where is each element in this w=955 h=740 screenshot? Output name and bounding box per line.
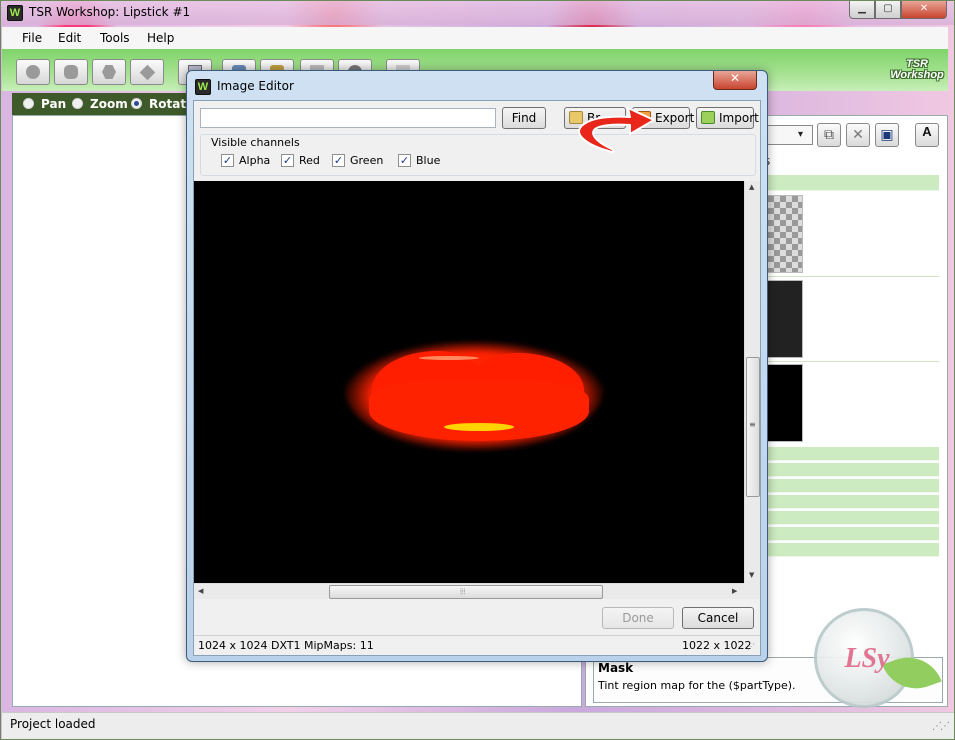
circle-icon	[26, 65, 40, 79]
blue-checkbox[interactable]: ✓	[398, 154, 411, 167]
delete-button[interactable]: ✕	[846, 123, 870, 147]
grip-icon: ⦙⦙⦙	[460, 587, 466, 596]
scroll-left-icon[interactable]: ◀	[198, 587, 203, 595]
import-label: Import	[719, 111, 759, 125]
alpha-label[interactable]: Alpha	[239, 154, 270, 167]
watermark-logo: LSy	[814, 608, 942, 708]
menu-tools[interactable]: Tools	[100, 31, 130, 45]
image-editor-dialog: W Image Editor ✕ Find Br Export Import V…	[186, 70, 768, 662]
dialog-title: Image Editor	[217, 79, 294, 93]
chevron-down-icon: ▾	[798, 129, 804, 140]
dialog-body: Find Br Export Import Visible channels ✓…	[193, 100, 761, 656]
pan-label[interactable]: Pan	[41, 97, 66, 111]
menu-edit[interactable]: Edit	[58, 31, 81, 45]
status-bar: Project loaded ⋰⋰	[2, 712, 954, 739]
delete-icon: ✕	[852, 127, 864, 143]
blue-label[interactable]: Blue	[416, 154, 440, 167]
save-button[interactable]: ▣	[875, 123, 899, 147]
app-icon: W	[195, 79, 211, 95]
menu-bar: File Edit Tools Help	[2, 27, 948, 49]
resize-grip-icon[interactable]: ⋰	[747, 642, 755, 651]
texture-info: 1024 x 1024 DXT1 MipMaps: 11	[198, 639, 374, 652]
pan-radio[interactable]	[23, 98, 34, 109]
red-label[interactable]: Red	[299, 154, 320, 167]
cancel-button[interactable]: Cancel	[682, 607, 754, 629]
green-label[interactable]: Green	[350, 154, 383, 167]
scroll-right-icon[interactable]: ▶	[732, 587, 737, 595]
app-icon: W	[7, 5, 23, 21]
divider	[761, 361, 939, 362]
horizontal-scroll-thumb[interactable]: ⦙⦙⦙	[329, 585, 603, 599]
green-checkbox[interactable]: ✓	[332, 154, 345, 167]
tsr-logo: TSR Workshop	[890, 58, 944, 81]
texture-dimensions: 1022 x 1022	[682, 639, 752, 652]
menu-help[interactable]: Help	[147, 31, 174, 45]
text-button[interactable]: A	[915, 123, 939, 147]
arrow-body	[578, 107, 655, 153]
hexagon-icon	[102, 65, 116, 79]
mask-description: Tint region map for the ($partType).	[598, 679, 796, 692]
vertical-scroll-thumb[interactable]: ≡	[746, 357, 760, 497]
tool-button-octagon[interactable]	[54, 59, 88, 85]
visible-channels-group: Visible channels ✓ Alpha ✓ Red ✓ Green ✓…	[200, 134, 756, 176]
done-button[interactable]: Done	[602, 607, 674, 629]
texture-dropdown[interactable]: ▾	[763, 125, 813, 145]
scroll-up-icon[interactable]: ▲	[749, 183, 754, 191]
find-input[interactable]	[200, 108, 496, 128]
export-label: Export	[655, 111, 695, 125]
copy-button[interactable]: ⧉	[817, 123, 841, 147]
resize-grip-icon[interactable]: ⋰⋰	[932, 721, 950, 732]
watermark-text: LSy	[844, 643, 890, 674]
status-text: Project loaded	[10, 717, 96, 731]
text-icon: A	[922, 124, 932, 139]
dialog-close-button[interactable]: ✕	[713, 71, 757, 90]
alpha-checkbox[interactable]: ✓	[221, 154, 234, 167]
close-button[interactable]: ✕	[901, 1, 947, 19]
save-icon: ▣	[880, 127, 894, 143]
octagon-icon	[64, 65, 78, 79]
lipstick-shine	[419, 356, 479, 360]
find-button[interactable]: Find	[502, 107, 546, 129]
red-checkbox[interactable]: ✓	[281, 154, 294, 167]
menu-file[interactable]: File	[22, 31, 42, 45]
grip-icon: ≡	[749, 420, 756, 429]
view-mode-bar: Pan Zoom Rotate	[12, 93, 194, 115]
lipstick-highlight	[444, 423, 514, 431]
divider	[761, 276, 939, 277]
copy-icon: ⧉	[824, 127, 834, 143]
rotate-radio[interactable]	[131, 98, 142, 109]
main-title-bar[interactable]: W TSR Workshop: Lipstick #1 ▁ ▢ ✕	[1, 1, 954, 25]
visible-channels-label: Visible channels	[209, 136, 302, 149]
lipstick-texture-lower	[369, 381, 589, 441]
tool-button-diamond[interactable]	[130, 59, 164, 85]
zoom-radio[interactable]	[72, 98, 83, 109]
dialog-status-bar: 1024 x 1024 DXT1 MipMaps: 11 1022 x 1022…	[194, 635, 760, 655]
horizontal-scrollbar[interactable]: ◀ ⦙⦙⦙ ▶	[194, 583, 744, 599]
import-icon	[701, 111, 715, 124]
window-title: TSR Workshop: Lipstick #1	[29, 5, 191, 19]
mask-title: Mask	[598, 661, 634, 675]
import-button[interactable]: Import	[696, 107, 759, 129]
vertical-scrollbar[interactable]: ▲ ≡ ▼	[744, 181, 760, 583]
tool-button-circle[interactable]	[16, 59, 50, 85]
minimize-button[interactable]: ▁	[849, 1, 875, 19]
diamond-icon	[139, 64, 156, 81]
scroll-down-icon[interactable]: ▼	[749, 571, 754, 579]
scroll-corner	[744, 583, 760, 599]
curved-arrow-icon	[578, 107, 655, 153]
texture-preview[interactable]	[194, 181, 744, 583]
zoom-label[interactable]: Zoom	[90, 97, 128, 111]
maximize-button[interactable]: ▢	[875, 1, 901, 19]
tool-button-hexagon[interactable]	[92, 59, 126, 85]
